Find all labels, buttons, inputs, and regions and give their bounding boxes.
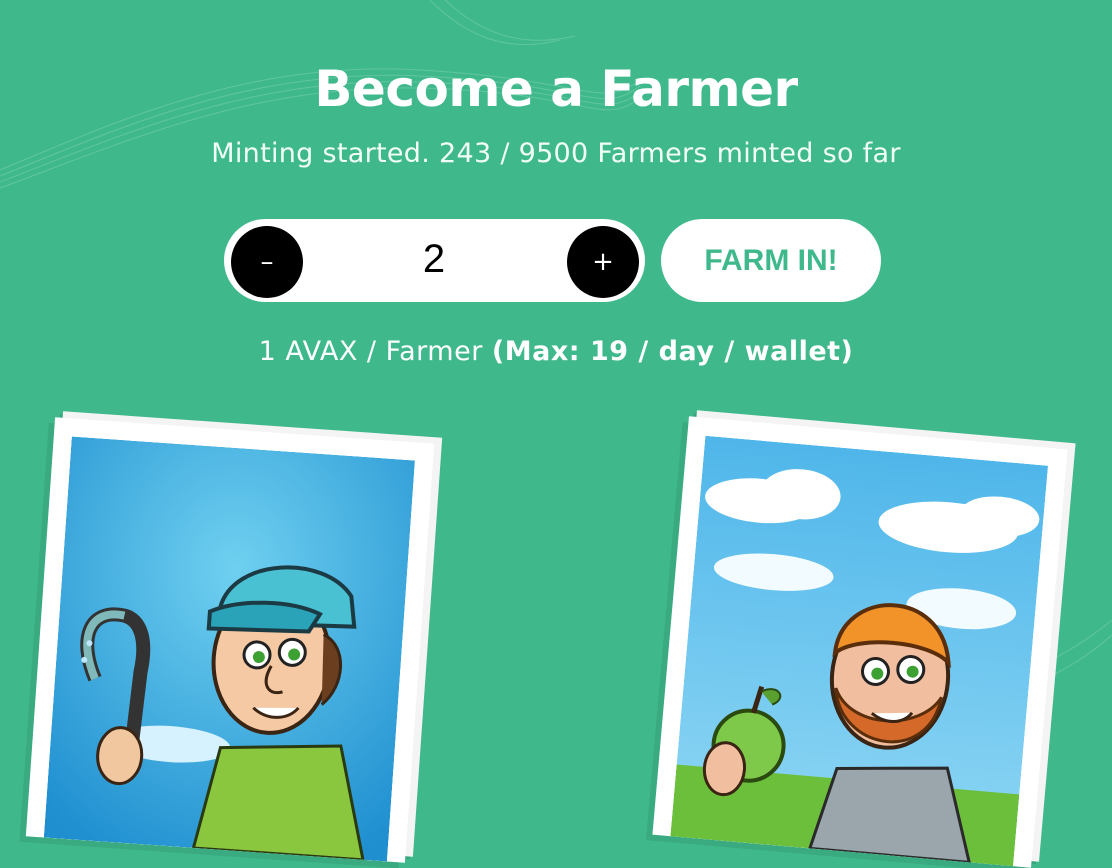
mint-limit-text: (Max: 19 / day / wallet) bbox=[491, 336, 854, 367]
increment-button[interactable]: + bbox=[567, 226, 639, 298]
farmer-with-apple-illustration bbox=[670, 435, 1049, 867]
farmer-card-left bbox=[25, 417, 435, 863]
page-title: Become a Farmer bbox=[314, 60, 798, 118]
farmer-with-hose-illustration bbox=[43, 436, 415, 862]
farmer-card-right bbox=[652, 416, 1068, 868]
quantity-stepper: – 2 + bbox=[224, 219, 645, 302]
quantity-value: 2 bbox=[422, 237, 446, 281]
price-info: 1 AVAX / Farmer (Max: 19 / day / wallet) bbox=[0, 336, 1112, 367]
decrement-button[interactable]: – bbox=[231, 226, 303, 298]
price-text: 1 AVAX / Farmer bbox=[258, 336, 492, 367]
farm-in-button[interactable]: FARM IN! bbox=[661, 219, 881, 302]
mint-progress-text: Minting started. 243 / 9500 Farmers mint… bbox=[211, 138, 901, 169]
